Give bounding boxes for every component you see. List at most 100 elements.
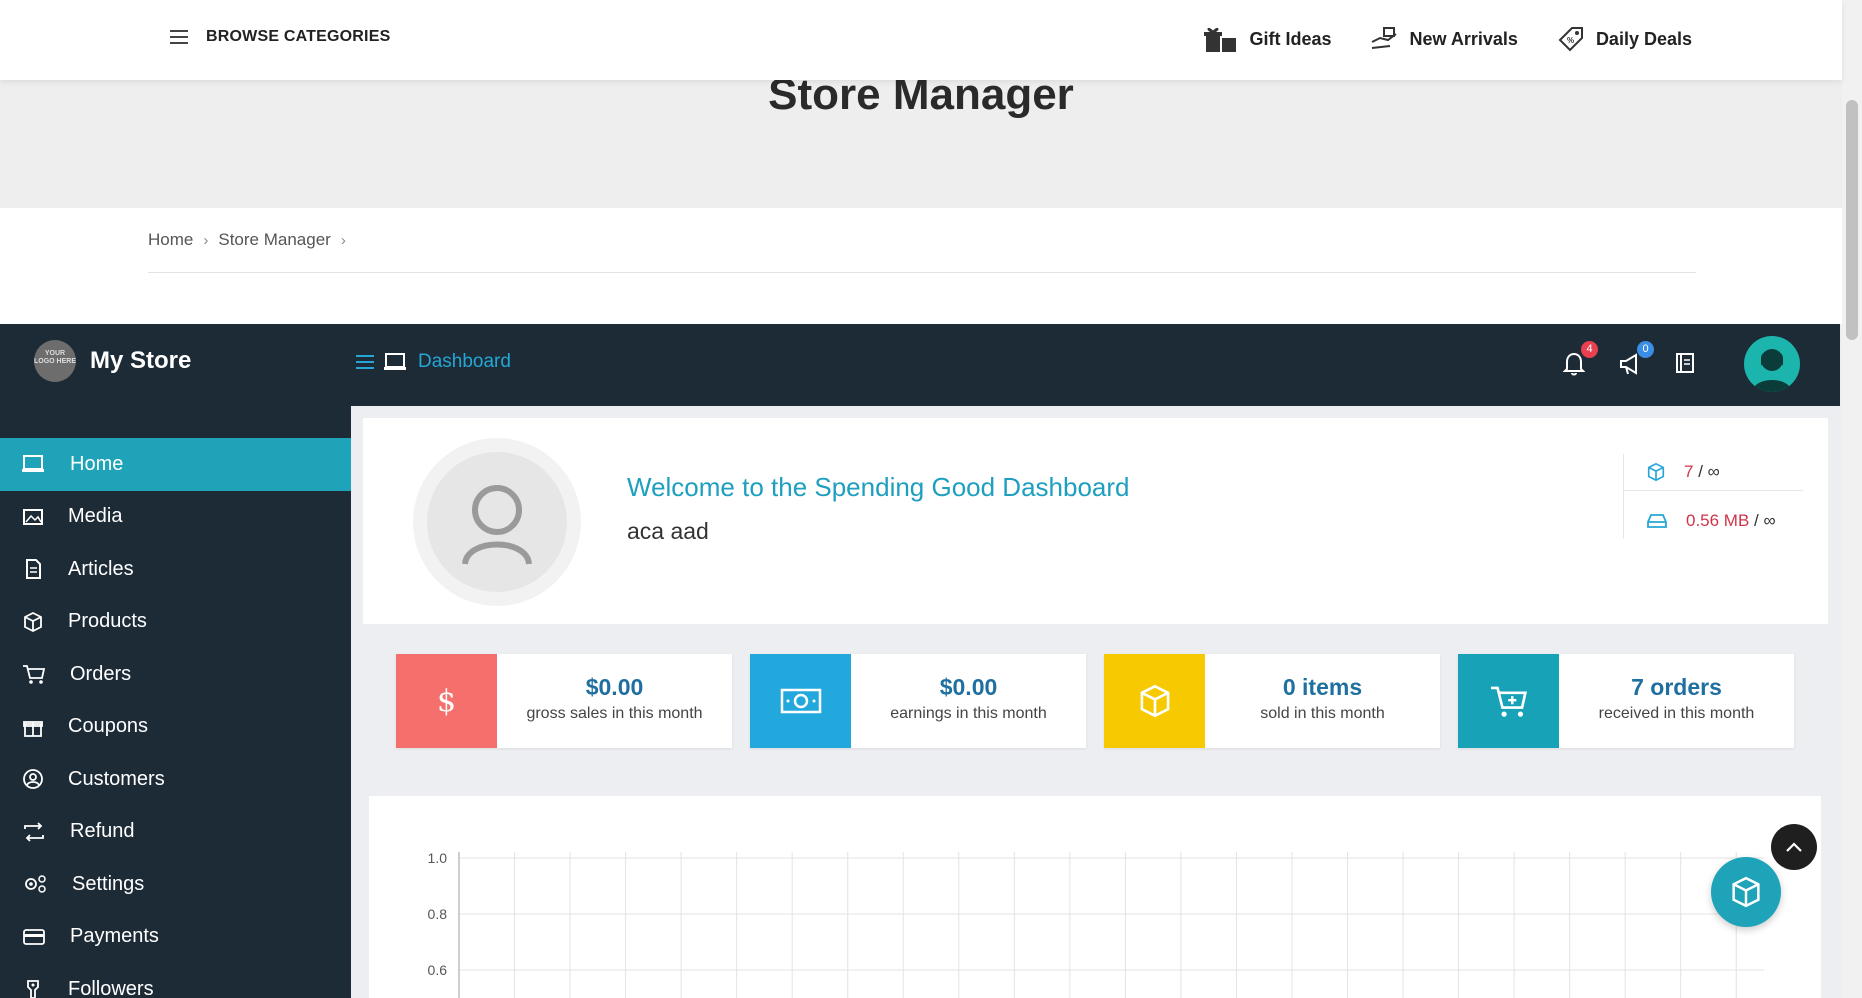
document-icon [26,559,41,580]
book-icon [1676,353,1694,373]
sidebar-item-media[interactable]: Media [0,491,351,544]
cube-icon [1104,654,1205,748]
products-quota-value: 7 [1684,462,1694,481]
browse-categories-button[interactable]: BROWSE CATEGORIES [170,28,390,46]
knowledgebase-button[interactable] [1674,351,1700,377]
items-sold-card[interactable]: 0 items sold in this month [1104,654,1440,748]
sidebar-item-articles[interactable]: Articles [0,543,351,596]
top-navigation-bar: BROWSE CATEGORIES Gift Ideas New Arrival… [0,0,1842,80]
browse-categories-label: BROWSE CATEGORIES [206,28,391,45]
scroll-to-top-button[interactable] [1771,824,1817,870]
storage-quota: 0.56 MB / ∞ [1624,490,1803,539]
earnings-value: $0.00 [939,674,998,700]
items-sold-label: sold in this month [1260,705,1385,722]
dollar-icon: $ [396,654,497,748]
header-actions: 4 0 [1562,336,1800,392]
new-arrivals-link[interactable]: New Arrivals [1370,24,1518,54]
products-quota-limit: ∞ [1707,462,1720,481]
sidebar-item-label: Coupons [68,715,149,738]
items-sold-value: 0 items [1282,674,1363,700]
sidebar: Home Media Articles Products Orders Coup… [0,406,351,998]
sidebar-item-label: Settings [72,872,145,895]
chevron-up-icon [1786,842,1802,852]
sidebar-menu: Home Media Articles Products Orders Coup… [0,438,351,998]
store-logo-text: YOUR LOGO HERE [34,350,77,365]
hand-delivery-icon [1371,27,1397,49]
cart-icon [23,665,46,685]
sales-chart: 1.0 0.8 0.6 [428,850,1764,998]
announcements-button[interactable]: 0 [1618,341,1654,377]
breadcrumb-home[interactable]: Home [148,230,193,250]
store-brand[interactable]: YOUR LOGO HERE My Store [34,340,191,382]
storage-quota-limit: ∞ [1763,511,1776,530]
store-name: My Store [90,347,192,374]
gift-icon [23,720,43,737]
gross-sales-label: gross sales in this month [526,705,703,722]
sales-chart-panel: 1.0 0.8 0.6 [369,796,1821,998]
sidebar-item-refund[interactable]: Refund [0,806,351,859]
welcome-username: aca aad [627,518,709,544]
breadcrumb-store-manager[interactable]: Store Manager [218,230,330,250]
chart-y-tick-label: 1.0 [428,850,448,866]
user-silhouette-icon [1752,349,1792,392]
new-arrivals-label: New Arrivals [1409,28,1518,49]
user-outline-icon [462,485,532,565]
hamburger-icon [170,30,188,44]
sidebar-item-label: Orders [70,662,132,685]
cart-plus-icon [1458,654,1559,748]
breadcrumb-area: Home › Store Manager › [0,208,1842,324]
sidebar-item-followers[interactable]: Followers [0,963,351,998]
products-quota: 7 / ∞ [1624,454,1803,490]
gift-ideas-link[interactable]: Gift Ideas [1203,24,1332,54]
sidebar-item-label: Followers [68,977,154,998]
storage-quota-value: 0.56 MB [1686,511,1750,530]
svg-text:%: % [1567,36,1574,45]
welcome-panel: Welcome to the Spending Good Dashboard a… [363,418,1828,624]
monitor-icon [384,353,406,370]
page-banner: Store Manager [0,70,1842,208]
earnings-label: earnings in this month [890,705,1047,722]
announcements-badge: 0 [1637,341,1654,358]
chevron-right-icon: › [340,231,346,249]
sidebar-item-products[interactable]: Products [0,596,351,649]
cube-icon [1732,876,1760,908]
sidebar-item-customers[interactable]: Customers [0,753,351,806]
dashboard-breadcrumb: Dashboard [356,351,511,373]
gross-sales-card[interactable]: $ $0.00 gross sales in this month [396,654,732,748]
gift-icon [1203,27,1236,52]
sidebar-item-coupons[interactable]: Coupons [0,701,351,754]
menu-toggle-icon[interactable] [356,354,374,370]
quota-panel: 7 / ∞ 0.56 MB / ∞ [1623,454,1803,539]
image-icon [23,508,43,525]
orders-received-label: received in this month [1598,705,1755,722]
credit-card-icon [23,928,45,945]
sidebar-item-orders[interactable]: Orders [0,648,351,701]
divider [148,272,1696,273]
quick-add-product-button[interactable] [1711,857,1781,927]
sidebar-item-label: Articles [68,557,134,580]
daily-deals-link[interactable]: % Daily Deals [1556,24,1692,54]
gift-ideas-label: Gift Ideas [1249,28,1332,49]
gears-icon [25,875,46,893]
sidebar-item-label: Media [68,505,123,528]
notifications-button[interactable]: 4 [1562,341,1598,377]
sidebar-item-label: Home [70,452,124,475]
earnings-card[interactable]: $0.00 earnings in this month [750,654,1086,748]
top-links: Gift Ideas New Arrivals % Daily Deals [1203,24,1692,54]
refund-arrows-icon [24,822,44,842]
user-avatar[interactable] [1744,336,1800,392]
sidebar-item-settings[interactable]: Settings [0,858,351,911]
scrollbar-thumb[interactable] [1846,100,1858,340]
chart-y-tick-label: 0.6 [428,962,448,978]
main-content: Welcome to the Spending Good Dashboard a… [351,406,1840,998]
sidebar-item-home[interactable]: Home [0,438,351,491]
orders-received-card[interactable]: 7 orders received in this month [1458,654,1794,748]
sidebar-item-label: Payments [70,925,159,948]
current-page-label[interactable]: Dashboard [418,351,511,373]
stats-cards: $ $0.00 gross sales in this month $0.00 … [396,654,1794,748]
monitor-icon [22,455,44,473]
sidebar-item-payments[interactable]: Payments [0,911,351,964]
hard-drive-icon [1647,514,1667,528]
followers-icon [27,980,39,998]
page-scrollbar[interactable] [1842,0,1862,998]
